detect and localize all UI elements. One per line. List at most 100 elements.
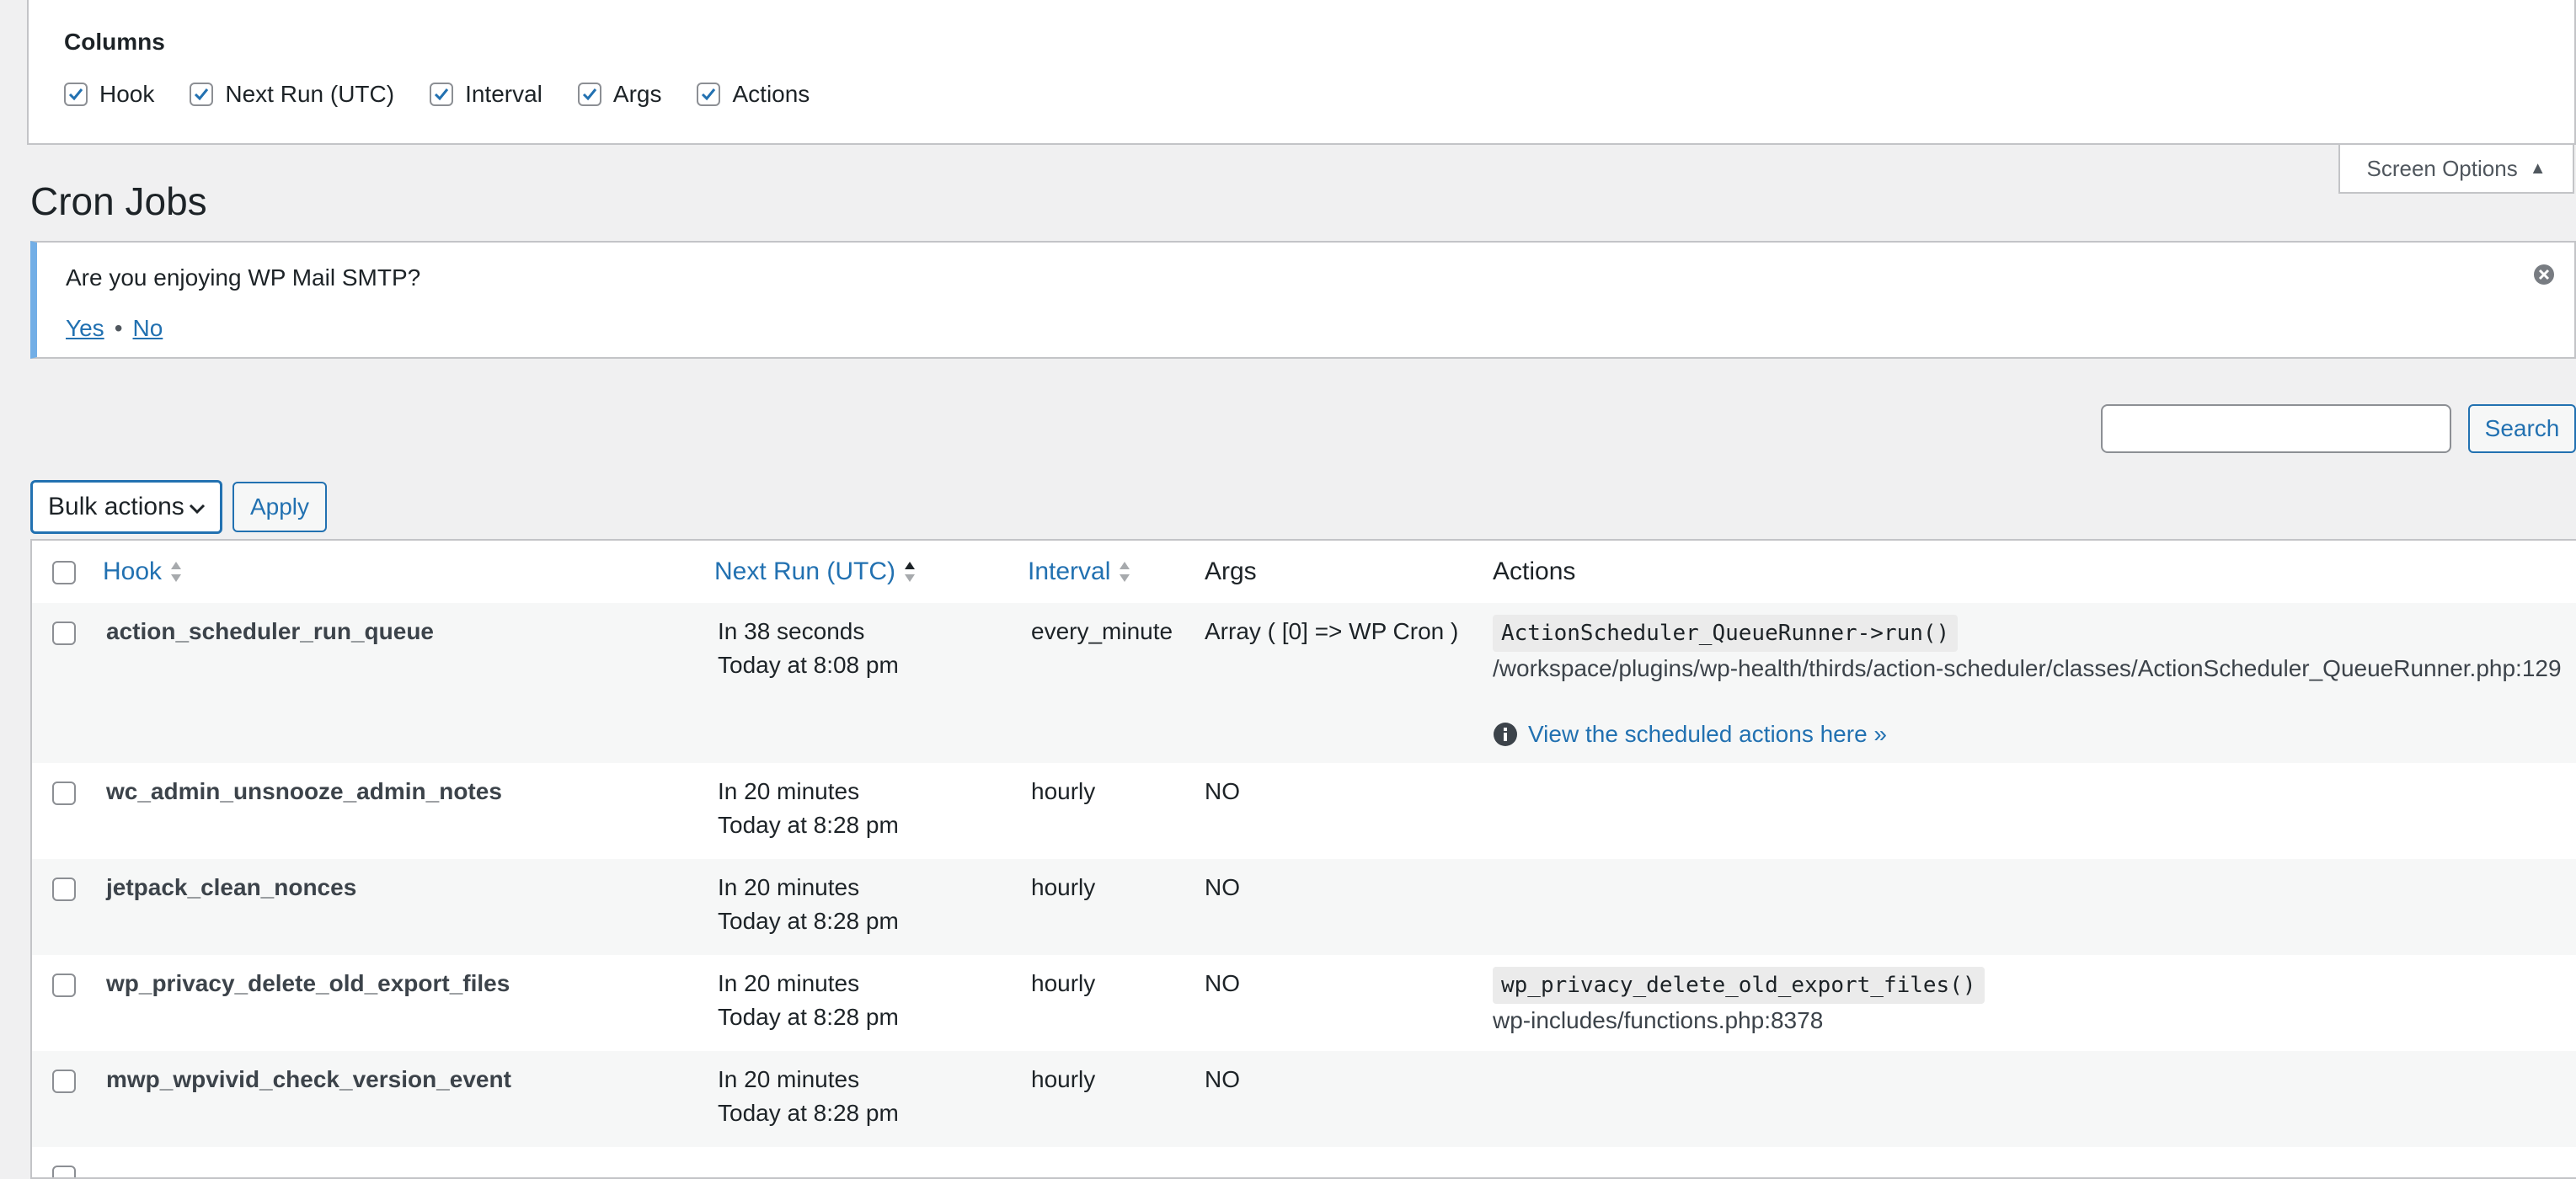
column-toggle-label: Actions (732, 81, 810, 107)
next-run-absolute: Today at 8:28 pm (718, 812, 899, 838)
column-header-actions: Actions (1493, 557, 1576, 585)
columns-heading: Columns (64, 29, 165, 55)
next-run-absolute: Today at 8:28 pm (718, 908, 899, 934)
search-button[interactable]: Search (2468, 404, 2576, 453)
bulk-actions-select[interactable]: Bulk actions (30, 480, 222, 534)
row-checkbox[interactable] (52, 878, 76, 901)
column-header-args: Args (1205, 557, 1257, 585)
bulk-actions-value: Bulk actions (48, 493, 184, 520)
column-toggle-label: Next Run (UTC) (225, 81, 395, 107)
column-toggle-label: Interval (465, 81, 542, 107)
checkbox[interactable] (190, 83, 214, 106)
column-toggle-label: Args (612, 81, 662, 107)
row-checkbox[interactable] (52, 782, 76, 805)
hook-name[interactable]: jetpack_clean_nonces (106, 871, 356, 904)
column-header-hook[interactable]: Hook (103, 557, 182, 586)
header-label: Interval (1028, 557, 1111, 585)
action-callback: wp_privacy_delete_old_export_files() (1493, 967, 1985, 1004)
args: NO (1205, 970, 1240, 996)
interval: every_minute (1031, 618, 1173, 644)
next-run-absolute: Today at 8:28 pm (718, 1100, 899, 1126)
cron-jobs-table: Hook Next Run (UTC) Interval Args Action… (30, 539, 2576, 1179)
next-run: In 20 minutes Today at 8:28 pm (718, 967, 899, 1034)
screen-options-label: Screen Options (2366, 155, 2518, 181)
next-run: In 38 seconds Today at 8:08 pm (718, 615, 899, 682)
hook-name[interactable]: mwp_wpvivid_check_version_event (106, 1063, 511, 1096)
column-toggle-interval[interactable]: Interval (430, 81, 542, 108)
column-toggle-next-run[interactable]: Next Run (UTC) (190, 81, 394, 108)
args: NO (1205, 874, 1240, 900)
interval: hourly (1031, 874, 1096, 900)
next-run-relative: In 20 minutes (718, 874, 860, 900)
args: NO (1205, 1066, 1240, 1092)
action-callback: ActionScheduler_QueueRunner->run() (1493, 615, 1959, 652)
next-run: In 20 minutes Today at 8:28 pm (718, 775, 899, 842)
next-run-relative: In 20 minutes (718, 778, 860, 804)
table-row: action_scheduler_run_queue In 38 seconds… (32, 603, 2576, 763)
action-path: /workspace/plugins/wp-health/thirds/acti… (1493, 655, 2562, 681)
next-run-relative: In 20 minutes (718, 970, 860, 996)
table-row (32, 1147, 2576, 1177)
next-run-relative: In 20 minutes (718, 1066, 860, 1092)
screen-options-panel: Columns Hook Next Run (UTC) Interval Arg… (27, 0, 2576, 145)
next-run-absolute: Today at 8:28 pm (718, 1004, 899, 1030)
notice-no-link[interactable]: No (133, 315, 163, 342)
interval: hourly (1031, 778, 1096, 804)
row-checkbox[interactable] (52, 974, 76, 997)
link-separator: • (114, 315, 123, 341)
review-notice: Are you enjoying WP Mail SMTP? Yes • No (30, 241, 2576, 359)
actions: wp_privacy_delete_old_export_files() wp-… (1493, 967, 1985, 1038)
row-checkbox[interactable] (52, 1166, 76, 1177)
next-run-relative: In 38 seconds (718, 618, 865, 644)
column-toggle-args[interactable]: Args (577, 81, 662, 108)
search-input[interactable] (2101, 404, 2451, 453)
args: Array ( [0] => WP Cron ) (1205, 618, 1459, 644)
checkbox[interactable] (577, 83, 601, 106)
sort-icon (1119, 560, 1130, 584)
column-toggle-hook[interactable]: Hook (64, 81, 154, 108)
next-run: In 20 minutes Today at 8:28 pm (718, 871, 899, 938)
hook-name[interactable]: wc_admin_unsnooze_admin_notes (106, 775, 502, 808)
column-toggle-actions[interactable]: Actions (697, 81, 810, 108)
select-all-checkbox[interactable] (52, 561, 76, 584)
header-label: Hook (103, 557, 163, 585)
notice-yes-link[interactable]: Yes (66, 315, 104, 342)
table-header: Hook Next Run (UTC) Interval Args Action… (32, 541, 2576, 605)
checkbox[interactable] (430, 83, 454, 106)
columns-options: Hook Next Run (UTC) Interval Args Action… (64, 81, 845, 108)
table-row: wp_privacy_delete_old_export_files In 20… (32, 955, 2576, 1051)
header-label: Next Run (UTC) (714, 557, 896, 585)
notice-links: Yes • No (66, 315, 163, 342)
chevron-down-icon (189, 504, 206, 515)
row-checkbox[interactable] (52, 1070, 76, 1093)
args: NO (1205, 778, 1240, 804)
hook-name[interactable]: action_scheduler_run_queue (106, 615, 434, 648)
interval: hourly (1031, 1066, 1096, 1092)
sort-icon (170, 560, 182, 584)
screen-options-button[interactable]: Screen Options ▲ (2338, 145, 2574, 194)
scheduled-actions-link-text: View the scheduled actions here » (1528, 721, 1887, 747)
page-title: Cron Jobs (30, 179, 207, 223)
table-row: jetpack_clean_nonces In 20 minutes Today… (32, 859, 2576, 955)
table-row: mwp_wpvivid_check_version_event In 20 mi… (32, 1051, 2576, 1147)
info-icon (1494, 723, 1517, 746)
notice-text: Are you enjoying WP Mail SMTP? (66, 264, 421, 291)
scheduled-actions-link[interactable]: View the scheduled actions here » (1493, 718, 2562, 751)
apply-button[interactable]: Apply (232, 482, 327, 532)
checkbox[interactable] (64, 83, 88, 106)
column-toggle-label: Hook (99, 81, 155, 107)
next-run-absolute: Today at 8:08 pm (718, 652, 899, 678)
column-header-interval[interactable]: Interval (1028, 557, 1130, 586)
dismiss-icon[interactable] (2532, 263, 2556, 286)
next-run: In 20 minutes Today at 8:28 pm (718, 1063, 899, 1130)
column-header-next-run[interactable]: Next Run (UTC) (714, 557, 916, 586)
interval: hourly (1031, 970, 1096, 996)
sort-asc-icon (904, 560, 916, 584)
checkbox[interactable] (697, 83, 721, 106)
caret-up-icon: ▲ (2529, 158, 2547, 178)
row-checkbox[interactable] (52, 622, 76, 645)
hook-name[interactable]: wp_privacy_delete_old_export_files (106, 967, 510, 1000)
table-row: wc_admin_unsnooze_admin_notes In 20 minu… (32, 763, 2576, 859)
action-path: wp-includes/functions.php:8378 (1493, 1007, 1824, 1033)
actions: ActionScheduler_QueueRunner->run() /work… (1493, 615, 2562, 751)
